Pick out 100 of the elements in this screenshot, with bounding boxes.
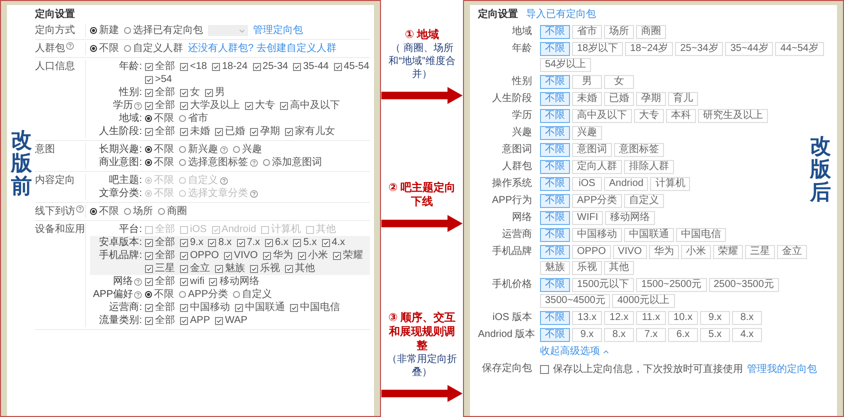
checkbox[interactable] [235, 304, 243, 312]
checkbox[interactable] [180, 62, 188, 70]
checkbox[interactable] [145, 128, 153, 136]
link[interactable]: 还没有人群包? 去创建自定义人群 [188, 42, 336, 55]
option-button[interactable]: 5.x [700, 328, 730, 342]
radio-button[interactable] [263, 159, 270, 166]
option-button[interactable]: 中国移动 [572, 228, 622, 242]
option-button[interactable]: 高中及以下 [572, 109, 632, 123]
checkbox[interactable] [145, 238, 153, 246]
option-button[interactable]: WIFI [572, 211, 604, 225]
radio-button[interactable] [124, 27, 131, 34]
option-button[interactable]: 不限 [540, 42, 570, 56]
option-button[interactable]: 25~34岁 [675, 42, 724, 56]
option-button[interactable]: Andriod [604, 177, 648, 191]
checkbox[interactable] [334, 62, 342, 70]
option-button[interactable]: 孕期 [636, 92, 666, 106]
option-button[interactable]: 魅族 [540, 261, 570, 275]
option-button[interactable]: 华为 [648, 245, 679, 259]
option-button[interactable]: 研究生及以上 [698, 109, 768, 123]
checkbox[interactable] [236, 238, 245, 246]
checkbox[interactable] [332, 252, 341, 260]
checkbox[interactable] [145, 88, 153, 96]
checkbox[interactable] [280, 102, 288, 110]
checkbox[interactable] [215, 264, 223, 272]
option-button[interactable]: 不限 [540, 177, 570, 191]
checkbox[interactable] [145, 252, 153, 260]
option-button[interactable]: 不限 [540, 160, 570, 174]
import-link[interactable]: 导入已有定向包 [526, 8, 596, 22]
checkbox[interactable] [145, 102, 153, 110]
collapse-link[interactable]: 收起高级选项 [540, 345, 609, 359]
option-button[interactable]: 不限 [540, 109, 570, 123]
option-button[interactable]: 不限 [540, 143, 570, 157]
option-button[interactable]: 54岁以上 [540, 58, 592, 72]
checkbox[interactable] [224, 252, 232, 260]
option-button[interactable]: 不限 [540, 92, 570, 106]
option-button[interactable]: 中国电信 [676, 228, 726, 242]
radio-button[interactable] [145, 115, 152, 122]
checkbox[interactable] [145, 62, 153, 70]
option-button[interactable]: OPPO [572, 245, 611, 259]
option-button[interactable]: 中国联通 [624, 228, 674, 242]
option-button[interactable]: 男 [572, 75, 602, 89]
checkbox[interactable] [322, 238, 330, 246]
checkbox[interactable] [293, 62, 302, 70]
checkbox[interactable] [250, 128, 258, 136]
checkbox[interactable] [205, 88, 213, 96]
checkbox[interactable] [208, 238, 216, 246]
checkbox[interactable] [180, 252, 188, 260]
checkbox[interactable] [215, 316, 224, 324]
option-button[interactable]: 10.x [668, 311, 698, 325]
option-button[interactable]: 不限 [540, 75, 570, 89]
checkbox[interactable] [209, 278, 218, 286]
checkbox[interactable] [145, 278, 153, 286]
checkbox[interactable] [252, 62, 261, 70]
option-button[interactable]: 育儿 [668, 92, 698, 106]
radio-button[interactable] [124, 208, 131, 215]
option-button[interactable]: 女 [604, 75, 634, 89]
option-button[interactable]: 金立 [776, 245, 807, 259]
option-button[interactable]: VIVO [612, 245, 647, 259]
radio-button[interactable] [179, 159, 186, 166]
checkbox[interactable] [262, 252, 271, 260]
option-button[interactable]: 未婚 [572, 92, 602, 106]
checkbox[interactable] [212, 62, 220, 70]
help-icon[interactable] [76, 205, 84, 213]
radio-button[interactable] [145, 146, 152, 153]
option-button[interactable]: 18岁以下 [572, 42, 624, 56]
option-button[interactable]: 不限 [540, 126, 570, 140]
radio-button[interactable] [90, 45, 97, 52]
checkbox[interactable] [180, 102, 188, 110]
help-icon[interactable] [250, 158, 258, 166]
checkbox[interactable] [145, 264, 153, 272]
dropdown-field[interactable] [208, 25, 248, 36]
option-button[interactable]: 定向人群 [572, 160, 622, 174]
option-button[interactable]: 兴趣 [572, 126, 602, 140]
radio-button[interactable] [233, 146, 240, 153]
option-button[interactable]: 8.x [732, 311, 762, 325]
option-button[interactable]: 省市 [572, 25, 602, 39]
radio-button[interactable] [179, 146, 186, 153]
option-button[interactable]: 1500~2500元 [636, 278, 707, 292]
option-button[interactable]: 9.x [572, 328, 602, 342]
checkbox[interactable] [145, 316, 153, 324]
option-button[interactable]: 4.x [732, 328, 762, 342]
manage-link[interactable]: 管理我的定向包 [747, 362, 817, 376]
option-button[interactable]: 8.x [604, 328, 634, 342]
option-button[interactable]: 9.x [700, 311, 730, 325]
option-button[interactable]: 不限 [540, 328, 570, 342]
checkbox[interactable] [265, 238, 274, 246]
option-button[interactable]: 2500~3500元 [708, 278, 779, 292]
option-button[interactable]: APP分类 [572, 194, 622, 208]
help-icon[interactable] [66, 42, 74, 50]
checkbox[interactable] [145, 76, 153, 84]
radio-button[interactable] [179, 291, 186, 298]
option-button[interactable]: 不限 [540, 245, 570, 259]
option-button[interactable]: 大专 [634, 109, 664, 123]
option-button[interactable]: 乐视 [572, 261, 602, 275]
option-button[interactable]: 不限 [540, 278, 570, 292]
checkbox[interactable] [180, 316, 188, 324]
radio-button[interactable] [179, 115, 186, 122]
option-button[interactable]: 13.x [572, 311, 602, 325]
option-button[interactable]: 不限 [540, 25, 570, 39]
option-button[interactable]: 不限 [540, 194, 570, 208]
